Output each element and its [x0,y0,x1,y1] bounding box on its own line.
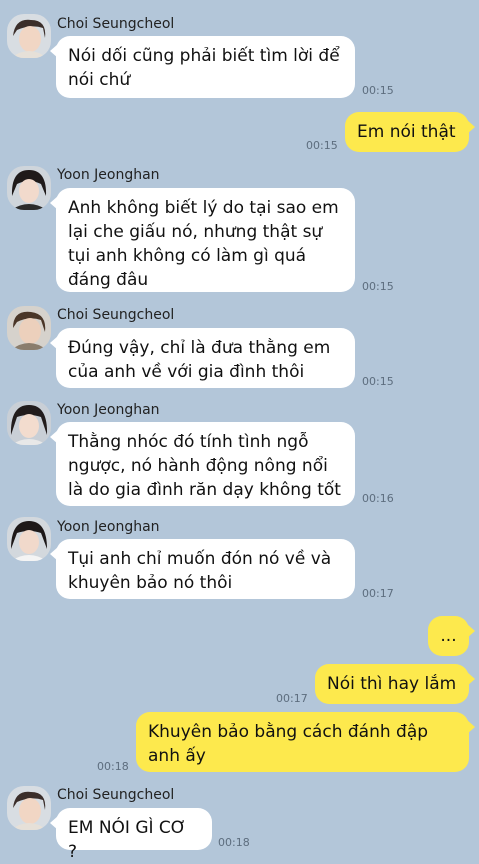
message-time: 00:15 [306,139,338,152]
avatar[interactable] [7,401,51,445]
message-bubble-incoming[interactable]: Nói dối cũng phải biết tìm lời để nói ch… [50,36,355,98]
avatar[interactable] [7,517,51,561]
message-bubble-incoming[interactable]: Đúng vậy, chỉ là đưa thằng em của anh về… [50,328,355,388]
sender-name: Yoon Jeonghan [57,402,160,418]
sender-name: Yoon Jeonghan [57,519,160,535]
message-bubble-outgoing[interactable]: Em nói thật [345,112,475,152]
message-bubble-outgoing[interactable]: Khuyên bảo bằng cách đánh đập anh ấy [136,712,475,772]
message-time: 00:16 [362,492,394,505]
message-bubble-incoming[interactable]: EM NÓI GÌ CƠ ? [50,808,212,862]
message-time: 00:18 [218,836,250,849]
avatar[interactable] [7,786,51,830]
sender-name: Choi Seungcheol [57,16,175,32]
message-time: 00:15 [362,375,394,388]
sender-name: Choi Seungcheol [57,787,175,803]
avatar[interactable] [7,166,51,210]
message-time: 00:17 [276,692,308,705]
message-time: 00:18 [97,760,129,773]
message-bubble-outgoing[interactable]: Nói thì hay lắm [315,664,475,704]
message-time: 00:15 [362,280,394,293]
avatar[interactable] [7,14,51,58]
message-bubble-incoming[interactable]: Thằng nhóc đó tính tình ngỗ ngược, nó hà… [50,422,355,506]
message-bubble-outgoing[interactable]: ... [428,616,475,656]
message-time: 00:17 [362,587,394,600]
sender-name: Yoon Jeonghan [57,167,160,183]
sender-name: Choi Seungcheol [57,307,175,323]
avatar[interactable] [7,306,51,350]
message-bubble-incoming[interactable]: Tụi anh chỉ muốn đón nó về và khuyên bảo… [50,539,355,599]
message-time: 00:15 [362,84,394,97]
message-bubble-incoming[interactable]: Anh không biết lý do tại sao em lại che … [50,188,355,292]
